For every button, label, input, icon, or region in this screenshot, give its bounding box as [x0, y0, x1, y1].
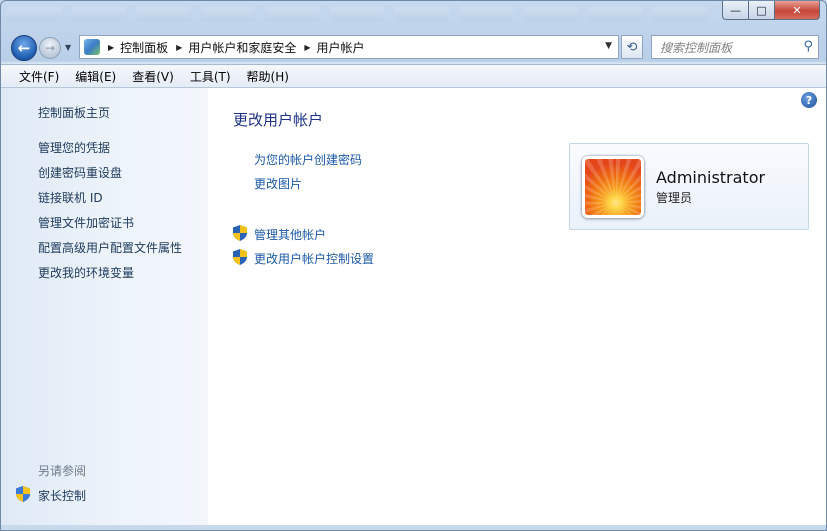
- uac-shield-icon: [233, 249, 247, 265]
- menu-view[interactable]: 查看(V): [124, 68, 182, 85]
- page-title: 更改用户帐户: [233, 111, 324, 129]
- flower-picture: [585, 159, 641, 215]
- see-also-header: 另请参阅: [38, 464, 87, 478]
- back-button[interactable]: ←: [11, 35, 37, 61]
- manage-other-accounts-link[interactable]: 管理其他帐户: [254, 226, 326, 243]
- content-area: 控制面板主页 管理您的凭据 创建密码重设盘 链接联机 ID 管理文件加密证书 配…: [1, 88, 826, 525]
- account-role: 管理员: [656, 191, 693, 205]
- menu-tools[interactable]: 工具(T): [182, 68, 239, 85]
- minimize-button[interactable]: —: [722, 1, 749, 20]
- refresh-button[interactable]: ⟲: [621, 35, 643, 59]
- menu-file[interactable]: 文件(F): [11, 68, 67, 85]
- control-panel-icon: [84, 39, 100, 55]
- window-controls: — □ ✕: [722, 1, 820, 20]
- back-arrow-icon: ←: [17, 39, 31, 57]
- forward-arrow-icon: →: [44, 41, 56, 55]
- title-bar[interactable]: — □ ✕: [1, 1, 826, 31]
- breadcrumb-control-panel[interactable]: 控制面板: [120, 39, 168, 56]
- navigation-bar: ← → ▼ ▶ 控制面板 ▶ 用户帐户和家庭安全 ▶ 用户帐户 ▼ ⟲ ⚲: [1, 31, 826, 63]
- breadcrumb-user-accounts-family-safety[interactable]: 用户帐户和家庭安全: [188, 39, 296, 56]
- sidebar-item-encryption-certificates[interactable]: 管理文件加密证书: [38, 214, 134, 231]
- account-card: Administrator 管理员: [569, 143, 809, 230]
- sidebar-item-password-reset-disk[interactable]: 创建密码重设盘: [38, 164, 122, 181]
- help-icon[interactable]: ?: [801, 92, 817, 108]
- account-name: Administrator: [656, 168, 766, 187]
- menu-bar: 文件(F) 编辑(E) 查看(V) 工具(T) 帮助(H): [1, 64, 826, 88]
- sidebar-item-parental-controls[interactable]: 家长控制: [38, 487, 86, 504]
- sidebar-item-home[interactable]: 控制面板主页: [38, 104, 110, 121]
- sidebar-item-advanced-profile-properties[interactable]: 配置高级用户配置文件属性: [38, 239, 182, 256]
- forward-button[interactable]: →: [39, 37, 61, 59]
- window-bottom-border: [1, 525, 826, 530]
- avatar: [582, 156, 644, 218]
- address-bar[interactable]: ▶ 控制面板 ▶ 用户帐户和家庭安全 ▶ 用户帐户 ▼: [79, 35, 619, 59]
- breadcrumb-chevron-icon[interactable]: ▶: [108, 43, 114, 52]
- menu-edit[interactable]: 编辑(E): [67, 68, 124, 85]
- breadcrumb-user-accounts[interactable]: 用户帐户: [317, 39, 365, 56]
- change-picture-link[interactable]: 更改图片: [254, 175, 302, 192]
- uac-settings-link[interactable]: 更改用户帐户控制设置: [254, 250, 374, 267]
- uac-shield-icon: [16, 486, 30, 502]
- address-dropdown-icon[interactable]: ▼: [605, 41, 612, 51]
- breadcrumb-chevron-icon[interactable]: ▶: [176, 43, 182, 52]
- uac-shield-icon: [233, 225, 247, 241]
- search-icon[interactable]: ⚲: [803, 39, 813, 54]
- maximize-button[interactable]: □: [749, 1, 775, 20]
- sidebar: 控制面板主页 管理您的凭据 创建密码重设盘 链接联机 ID 管理文件加密证书 配…: [1, 88, 208, 525]
- refresh-icon: ⟲: [626, 39, 638, 55]
- menu-help[interactable]: 帮助(H): [239, 68, 297, 85]
- recent-pages-dropdown-icon[interactable]: ▼: [65, 43, 71, 52]
- sidebar-item-link-online-id[interactable]: 链接联机 ID: [38, 189, 103, 206]
- main-panel: ? 更改用户帐户 为您的帐户创建密码 更改图片 管理其他帐户 更改用户帐户控制设…: [208, 88, 826, 525]
- sidebar-item-manage-credentials[interactable]: 管理您的凭据: [38, 139, 110, 156]
- sidebar-item-environment-variables[interactable]: 更改我的环境变量: [38, 264, 134, 281]
- taskbar-preview-strip: [7, 7, 708, 25]
- close-button[interactable]: ✕: [775, 1, 820, 20]
- breadcrumb-chevron-icon[interactable]: ▶: [304, 43, 310, 52]
- search-input[interactable]: [658, 37, 800, 59]
- create-password-link[interactable]: 为您的帐户创建密码: [254, 151, 362, 168]
- control-panel-window: — □ ✕ ← → ▼ ▶ 控制面板 ▶ 用户帐户和家庭安全 ▶ 用户帐户 ▼ …: [0, 0, 827, 531]
- search-box[interactable]: ⚲: [651, 35, 819, 59]
